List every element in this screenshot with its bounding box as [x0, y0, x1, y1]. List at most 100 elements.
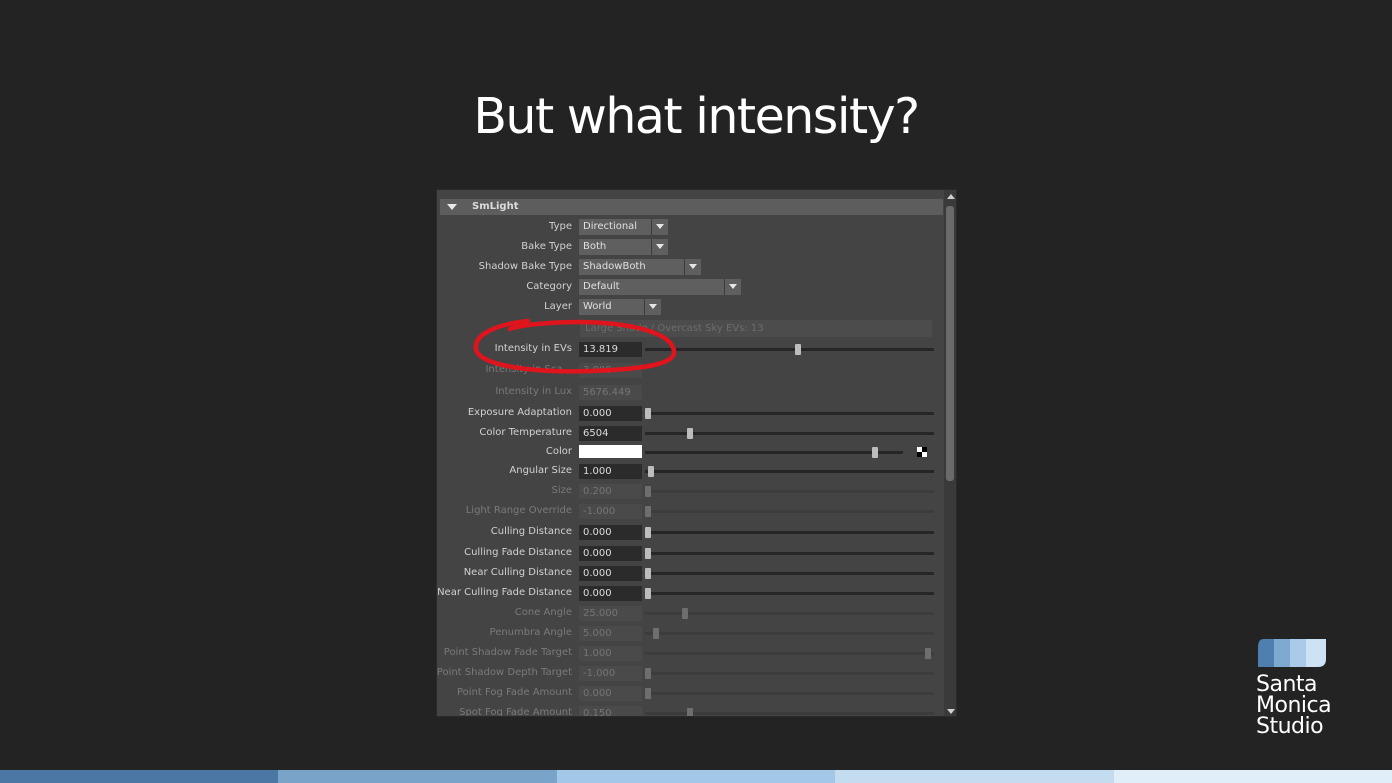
footer-stripe-4 — [835, 770, 1114, 783]
attr-slider-track[interactable] — [645, 592, 934, 595]
scroll-up-arrow-icon[interactable] — [947, 194, 955, 199]
attr-row: Cone Angle 25.000 — [437, 604, 942, 622]
attr-slider-handle — [645, 486, 651, 497]
footer-stripe-3 — [556, 770, 836, 783]
attr-row: Light Range Override -1.000 — [437, 502, 942, 520]
logo-line-monica: Monica — [1256, 693, 1332, 718]
attr-slider-handle — [645, 668, 651, 679]
attr-label: Point Shadow Depth Target — [436, 667, 572, 678]
attr-slider-handle — [687, 708, 694, 716]
attr-label: Exposure Adaptation — [467, 407, 572, 418]
attr-value-field[interactable]: 13.819 — [579, 342, 642, 357]
shadow-bake-type-dropdown-button[interactable] — [684, 259, 701, 275]
layer-dropdown[interactable]: World — [579, 299, 644, 315]
attr-slider-handle[interactable] — [645, 568, 651, 579]
attr-slider-track — [645, 490, 934, 493]
attr-slider-track[interactable] — [645, 531, 934, 534]
type-dropdown-button[interactable] — [651, 219, 668, 235]
scroll-thumb[interactable] — [946, 206, 954, 481]
attr-label: Category — [526, 281, 572, 292]
attr-slider-handle[interactable] — [794, 344, 801, 355]
attr-slider-handle — [645, 688, 651, 699]
attr-value-field: 25.000 — [579, 606, 642, 621]
category-dropdown-button[interactable] — [724, 279, 741, 295]
ev-info-text: Large Shade / Overcast Sky EVs: 13 — [580, 320, 932, 337]
attr-value-field: 0.000 — [579, 686, 642, 701]
attr-value-field[interactable]: 1.000 — [579, 464, 642, 479]
logo-line-santa: Santa — [1256, 672, 1318, 697]
footer-color-bar — [0, 770, 1392, 783]
attr-label: Type — [549, 221, 572, 232]
texture-checker-icon[interactable] — [917, 447, 927, 457]
attr-slider-track — [645, 692, 934, 695]
attr-slider-handle — [653, 628, 660, 639]
attr-value-field: 1.000 — [579, 646, 642, 661]
footer-stripe-2 — [278, 770, 557, 783]
slide-title: But what intensity? — [473, 88, 920, 145]
attr-value-field[interactable]: 0.000 — [579, 546, 642, 561]
attr-slider-track — [645, 510, 934, 513]
attr-row: Exposure Adaptation 0.000 — [437, 404, 942, 422]
attr-slider-track[interactable] — [645, 572, 934, 575]
attr-slider-track[interactable] — [645, 451, 903, 454]
attr-slider-handle[interactable] — [871, 447, 878, 458]
attr-value-field[interactable]: 0.000 — [579, 525, 642, 540]
attr-slider-track[interactable] — [645, 552, 934, 555]
attr-value-field[interactable]: 0.000 — [579, 406, 642, 421]
attr-row-layer: Layer World — [437, 298, 942, 316]
collapse-triangle-icon[interactable] — [447, 204, 457, 210]
attr-label: Spot Fog Fade Amount — [459, 707, 572, 717]
color-swatch[interactable] — [579, 445, 642, 458]
attr-slider-handle — [925, 648, 932, 659]
attr-slider-handle[interactable] — [647, 466, 654, 477]
attr-value-field[interactable]: 6504 — [579, 426, 642, 441]
attr-label: Intensity in EVs — [494, 343, 572, 354]
attr-label: Angular Size — [509, 465, 572, 476]
attr-row: Intensity in Lux 5676.449 — [437, 383, 942, 401]
attr-row: Near Culling Distance 0.000 — [437, 564, 942, 582]
footer-stripe-1 — [0, 770, 279, 783]
logo-line-studio: Studio — [1256, 714, 1324, 739]
attr-slider-handle[interactable] — [645, 408, 651, 419]
bake-type-dropdown[interactable]: Both — [579, 239, 651, 255]
attr-slider-track[interactable] — [645, 348, 934, 351]
attr-slider-handle — [645, 506, 651, 517]
attr-slider-track — [645, 652, 934, 655]
shadow-bake-type-dropdown[interactable]: ShadowBoth — [579, 259, 684, 275]
type-dropdown[interactable]: Directional — [579, 219, 651, 235]
attr-value-field: 0.200 — [579, 484, 642, 499]
attr-slider-track[interactable] — [645, 412, 934, 415]
attr-value-field: 5.000 — [579, 626, 642, 641]
attr-value-field: -1.000 — [579, 504, 642, 519]
attr-row: Point Shadow Fade Target 1.000 — [437, 644, 942, 662]
attr-label: Cone Angle — [514, 607, 572, 618]
attr-slider-handle[interactable] — [645, 588, 651, 599]
attr-row: Color — [437, 443, 942, 461]
attr-row: Culling Fade Distance 0.000 — [437, 544, 942, 562]
attr-value-field[interactable]: 0.000 — [579, 566, 642, 581]
attr-slider-track — [645, 672, 934, 675]
layer-dropdown-button[interactable] — [644, 299, 661, 315]
attr-row: Size 0.200 — [437, 482, 942, 500]
attr-row-category: Category Default — [437, 278, 942, 296]
attribute-editor-panel: SmLight Type Directional Bake Type Both … — [436, 189, 957, 717]
attr-label: Light Range Override — [465, 505, 572, 516]
chevron-down-icon — [729, 284, 737, 289]
attr-slider-handle[interactable] — [645, 527, 651, 538]
attr-value-field[interactable]: 0.000 — [579, 586, 642, 601]
bake-type-dropdown-button[interactable] — [651, 239, 668, 255]
category-dropdown[interactable]: Default — [579, 279, 724, 295]
attr-row: Spot Fog Fade Amount 0.150 — [437, 704, 942, 717]
attr-value-field: 0.150 — [579, 706, 642, 716]
attr-row-type: Type Directional — [437, 218, 942, 236]
scrollbar[interactable] — [944, 190, 956, 716]
attr-slider-handle[interactable] — [645, 548, 651, 559]
attr-slider-track[interactable] — [645, 470, 934, 473]
chevron-down-icon — [649, 304, 657, 309]
attr-slider-handle[interactable] — [687, 428, 694, 439]
section-header-smlight[interactable]: SmLight — [440, 199, 943, 215]
chevron-down-icon — [656, 224, 664, 229]
scroll-down-arrow-icon[interactable] — [947, 709, 955, 714]
attr-label: Intensity in Lux — [495, 386, 572, 397]
attr-label: Layer — [544, 301, 572, 312]
